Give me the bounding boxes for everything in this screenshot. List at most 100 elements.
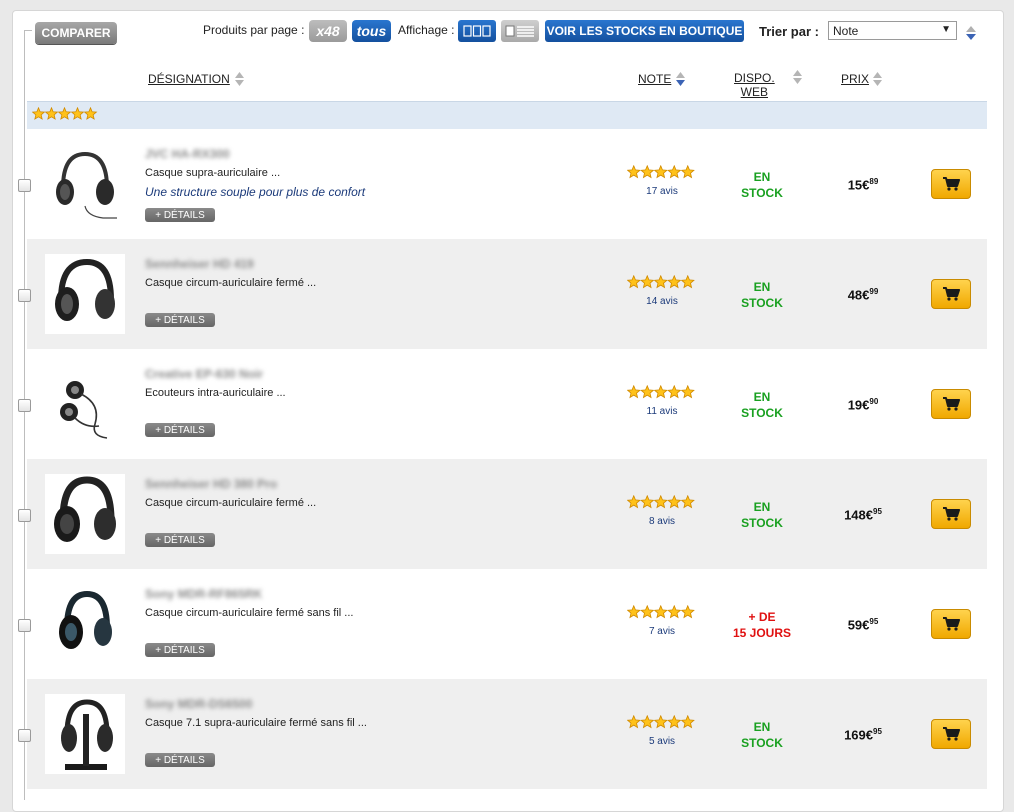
star-icon — [680, 494, 695, 509]
column-dispo-line2: WEB — [740, 85, 769, 99]
product-rating-stars — [626, 164, 697, 185]
column-dispo-web[interactable]: DISPO. WEB — [734, 71, 775, 99]
star-icon — [680, 604, 695, 619]
product-image[interactable] — [45, 474, 125, 554]
star-icon — [667, 274, 682, 289]
review-count-link[interactable]: 8 avis — [627, 516, 697, 527]
add-to-cart-button[interactable] — [931, 389, 971, 419]
details-button[interactable]: + DÉTAILS — [145, 313, 215, 327]
sort-arrows-icon[interactable] — [872, 71, 883, 87]
star-icon — [626, 604, 641, 619]
column-designation[interactable]: DÉSIGNATION — [148, 72, 230, 86]
details-button[interactable]: + DÉTAILS — [145, 643, 215, 657]
add-to-cart-button[interactable] — [931, 169, 971, 199]
product-name[interactable]: Sony MDR-RF865RK — [145, 587, 262, 601]
availability-line1: EN — [753, 280, 771, 294]
compare-checkbox[interactable] — [18, 729, 31, 742]
add-to-cart-button[interactable] — [931, 609, 971, 639]
review-count-link[interactable]: 5 avis — [627, 736, 697, 747]
sort-arrows-icon[interactable] — [234, 71, 245, 87]
product-price: 148€95 — [827, 507, 899, 522]
product-description: Casque 7.1 supra-auriculaire fermé sans … — [145, 717, 367, 729]
details-button[interactable]: + DÉTAILS — [145, 208, 215, 222]
star-icon — [44, 106, 59, 120]
rating-group-header — [27, 101, 987, 129]
review-count-link[interactable]: 11 avis — [627, 406, 697, 417]
column-dispo-line1: DISPO. — [734, 71, 775, 85]
compare-checkbox[interactable] — [18, 619, 31, 632]
product-name[interactable]: Creative EP-630 Noir — [145, 367, 263, 381]
sort-select-value: Note — [833, 23, 859, 38]
product-name[interactable]: JVC HA-RX300 — [145, 147, 230, 161]
product-row: Sennheiser HD 419 Casque circum-auriculai… — [18, 239, 987, 349]
product-image[interactable] — [45, 254, 125, 334]
review-count-link[interactable]: 17 avis — [627, 186, 697, 197]
cart-icon — [943, 397, 960, 411]
price-integer: 59€ — [847, 617, 870, 633]
compare-checkbox[interactable] — [18, 179, 31, 192]
star-icon — [626, 274, 641, 289]
store-stock-button[interactable]: VOIR LES STOCKS EN BOUTIQUE — [545, 20, 744, 42]
grid-view-button[interactable] — [458, 20, 496, 42]
per-page-48-button[interactable]: x48 — [309, 20, 347, 42]
product-description: Casque circum-auriculaire fermé ... — [145, 277, 317, 289]
compare-checkbox[interactable] — [18, 399, 31, 412]
star-icon — [667, 164, 682, 179]
star-icon — [680, 274, 695, 289]
star-icon — [57, 106, 72, 120]
star-icon — [640, 714, 655, 729]
product-name[interactable]: Sennheiser HD 380 Pro — [145, 477, 277, 491]
compare-button[interactable]: COMPARER — [35, 22, 117, 44]
star-icon — [70, 106, 85, 120]
product-image[interactable] — [45, 144, 125, 224]
add-to-cart-button[interactable] — [931, 499, 971, 529]
add-to-cart-button[interactable] — [931, 279, 971, 309]
details-button[interactable]: + DÉTAILS — [145, 753, 215, 767]
star-icon — [626, 494, 641, 509]
product-name[interactable]: Sony MDR-DS6500 — [145, 697, 252, 711]
sort-direction-icon[interactable] — [965, 25, 977, 41]
star-icon — [653, 494, 668, 509]
star-icon — [680, 164, 695, 179]
star-icon — [640, 164, 655, 179]
product-price: 59€95 — [827, 617, 899, 632]
star-icon — [640, 274, 655, 289]
product-image[interactable] — [45, 364, 125, 444]
availability-line2: STOCK — [741, 736, 783, 750]
price-integer: 169€ — [844, 727, 873, 743]
availability-line1: EN — [753, 170, 771, 184]
details-button[interactable]: + DÉTAILS — [145, 533, 215, 547]
compare-checkbox[interactable] — [18, 509, 31, 522]
availability-line2: STOCK — [741, 186, 783, 200]
add-to-cart-button[interactable] — [931, 719, 971, 749]
review-count-link[interactable]: 7 avis — [627, 626, 697, 637]
product-price: 15€89 — [827, 177, 899, 192]
per-page-label: Produits par page : — [203, 23, 305, 37]
list-view-button[interactable] — [501, 20, 539, 42]
star-icon — [626, 164, 641, 179]
star-icon — [667, 604, 682, 619]
product-rating-stars — [626, 494, 697, 515]
review-count-link[interactable]: 14 avis — [627, 296, 697, 307]
grid-view-icon — [463, 25, 491, 37]
availability-status: EN STOCK — [722, 169, 802, 201]
product-name[interactable]: Sennheiser HD 419 — [145, 257, 254, 271]
price-decimals: 95 — [873, 727, 882, 736]
details-button[interactable]: + DÉTAILS — [145, 423, 215, 437]
product-image[interactable] — [45, 584, 125, 664]
per-page-all-button[interactable]: tous — [352, 20, 391, 42]
sort-select[interactable]: Note ▼ — [828, 21, 957, 40]
availability-status: + DE 15 JOURS — [722, 609, 802, 641]
column-note[interactable]: NOTE — [638, 72, 671, 86]
availability-line2: STOCK — [741, 296, 783, 310]
product-description: Ecouteurs intra-auriculaire ... — [145, 387, 286, 399]
sort-arrows-icon[interactable] — [792, 69, 803, 85]
price-decimals: 89 — [869, 177, 879, 186]
sort-arrows-icon[interactable] — [675, 71, 686, 87]
product-image[interactable] — [45, 694, 125, 774]
star-icon — [653, 714, 668, 729]
product-row: Sony MDR-RF865RK Casque circum-auriculair… — [18, 569, 987, 679]
compare-checkbox[interactable] — [18, 289, 31, 302]
product-row: Creative EP-630 Noir Ecouteurs intra-auri… — [18, 349, 987, 459]
column-prix[interactable]: PRIX — [841, 72, 869, 86]
